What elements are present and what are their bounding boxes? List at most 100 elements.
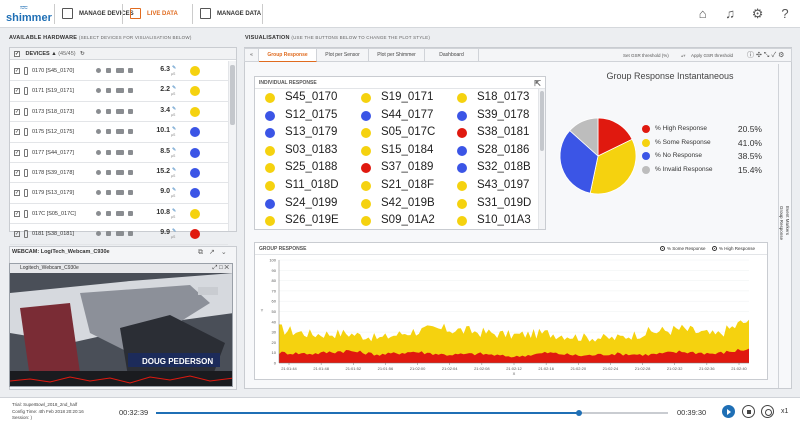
individual-scrollbar[interactable]: [538, 89, 545, 229]
tab-dashboard[interactable]: Dashboard: [425, 49, 479, 62]
pin-icon[interactable]: ✎: [172, 106, 176, 112]
device-checkbox[interactable]: ✓: [14, 190, 20, 197]
radio-some-response[interactable]: % Some Response: [660, 246, 706, 252]
device-checkbox[interactable]: ✓: [14, 210, 20, 217]
signal-icon: [116, 190, 124, 196]
pin-icon[interactable]: ✎: [172, 228, 176, 234]
tab-plot-per-shimmer[interactable]: Plot per Shimmer: [369, 49, 425, 62]
device-checkbox[interactable]: ✓: [14, 129, 20, 136]
device-row[interactable]: ✓ 0170 [S45_0170] 6.3 ✎ µS: [10, 61, 228, 82]
expand-icon[interactable]: ✣: [756, 52, 762, 59]
signal-icon: [116, 210, 124, 216]
pin-icon[interactable]: ✎: [172, 208, 176, 214]
playback-knob[interactable]: [575, 410, 582, 416]
device-row[interactable]: ✓ 0178 [S39_0178] 15.2 ✎ µS: [10, 163, 228, 184]
devices-icon: [62, 7, 73, 19]
radio-button[interactable]: [712, 246, 717, 252]
pin-icon[interactable]: ✓: [771, 52, 776, 59]
scroll-thumb[interactable]: [230, 65, 235, 125]
device-checkbox[interactable]: ✓: [14, 169, 20, 176]
pin-icon[interactable]: ✎: [172, 187, 176, 193]
device-row[interactable]: ✓ 0171 [S19_0171] 2.2 ✎ µS: [10, 81, 228, 102]
device-row[interactable]: ✓ 0179 [S13_0179] 9.0 ✎ µS: [10, 183, 228, 204]
device-row[interactable]: ✓ 0173 [S18_0173] 3.4 ✎ µS: [10, 102, 228, 123]
refresh-icon[interactable]: ↻: [80, 51, 85, 57]
devices-scrollbar[interactable]: [228, 61, 236, 231]
scroll-thumb[interactable]: [540, 91, 544, 151]
settings-icon[interactable]: [96, 68, 101, 73]
sensor-label: S09_01A2: [381, 214, 435, 227]
battery-icon: [106, 129, 111, 135]
playback-bar: Trial: SuperBowl_2018_2nd_half Config Ti…: [0, 397, 800, 424]
play-button[interactable]: [722, 405, 735, 418]
playback-slider[interactable]: [156, 410, 668, 416]
settings-icon[interactable]: [96, 231, 101, 237]
playback-speed[interactable]: x1: [781, 408, 788, 415]
radio-button[interactable]: [660, 246, 665, 252]
set-gsr-threshold[interactable]: Set GSR threshold (%): [623, 49, 669, 62]
response-dot: [265, 198, 275, 209]
pin-icon[interactable]: ✎: [172, 65, 176, 71]
sensor-label: S45_0170: [285, 91, 338, 103]
sensor-label: S05_017C: [381, 126, 436, 139]
settings-icon[interactable]: [96, 88, 101, 94]
individual-cell: S39_0178: [457, 109, 545, 126]
collapse-icon[interactable]: ⤡: [764, 52, 770, 59]
settings-icon[interactable]: [96, 149, 101, 155]
device-row[interactable]: ✓ 0175 [S12_0175] 10.1 ✎ µS: [10, 122, 228, 143]
response-dot: [457, 181, 467, 191]
settings-icon[interactable]: [96, 190, 101, 196]
battery-icon: [106, 231, 111, 237]
help-icon[interactable]: ?: [778, 7, 792, 21]
select-all-checkbox[interactable]: ✓: [14, 50, 20, 57]
response-dot: [265, 181, 275, 191]
collapse-icon[interactable]: ⌄: [221, 249, 227, 256]
info-icon[interactable]: ⓘ: [747, 52, 754, 59]
home-icon[interactable]: ⌂: [696, 7, 710, 21]
nav-manage-data[interactable]: MANAGE DATA: [200, 5, 261, 23]
device-checkbox[interactable]: ✓: [14, 68, 20, 74]
tab-group-response[interactable]: Group Response: [259, 49, 317, 62]
response-dot: [265, 163, 275, 174]
battery-icon: [106, 169, 111, 175]
window-controls[interactable]: ⤢ □ ✕: [213, 264, 229, 273]
settings-icon[interactable]: [96, 210, 101, 216]
external-icon[interactable]: ⧉: [198, 249, 203, 256]
sensor-label: S21_018F: [381, 179, 435, 191]
device-checkbox[interactable]: ✓: [14, 108, 20, 115]
x-tick-label: 21:02:32: [667, 366, 683, 371]
device-checkbox[interactable]: ✓: [14, 149, 20, 156]
pin-icon[interactable]: ✎: [172, 167, 176, 173]
settings-icon[interactable]: [96, 169, 101, 175]
gsr-threshold-spinner[interactable]: ▴▾: [681, 49, 686, 62]
device-row[interactable]: ✓ 0177 [S44_0177] 8.5 ✎ µS: [10, 143, 228, 163]
device-row[interactable]: ✓ 0181 [S38_0181] 9.9 ✎ µS: [10, 224, 228, 245]
individual-cell: S31_019D: [457, 197, 545, 214]
settings-icon[interactable]: [96, 108, 101, 114]
stop-button[interactable]: [742, 405, 755, 418]
settings-icon[interactable]: [96, 129, 101, 135]
response-dot: [457, 198, 467, 209]
gear-icon[interactable]: ⚙: [751, 7, 765, 21]
nav-separator: [54, 4, 55, 24]
tab-plot-per-sensor[interactable]: Plot per Sensor: [317, 49, 369, 62]
loop-button[interactable]: [761, 405, 774, 418]
popout-icon[interactable]: ↗: [209, 249, 215, 256]
settings-icon[interactable]: ⚙: [778, 52, 784, 59]
radio-high-response[interactable]: % High Response: [712, 246, 755, 252]
devices-header[interactable]: ✓ DEVICES ▲ (45/45) ↻: [10, 48, 236, 60]
group-response-tab[interactable]: Group Response: [779, 206, 784, 286]
device-row[interactable]: ✓ 017C [S05_017C] 10.8 ✎ µS: [10, 204, 228, 225]
device-checkbox[interactable]: ✓: [14, 88, 20, 95]
event-markers-tab[interactable]: Event Markers: [785, 206, 790, 286]
pin-icon[interactable]: ✎: [172, 147, 176, 153]
nav-live-data[interactable]: LIVE DATA: [130, 5, 178, 23]
device-checkbox[interactable]: ✓: [14, 231, 20, 238]
shimmer-logo[interactable]: ≈≈ shimmer: [6, 3, 54, 25]
apply-gsr-threshold-button[interactable]: Apply GSR threshold: [691, 49, 733, 62]
pin-icon[interactable]: ✎: [172, 85, 176, 91]
pin-icon[interactable]: ✎: [172, 126, 176, 132]
tabs-back-icon[interactable]: «: [245, 49, 259, 62]
bell-icon[interactable]: ♫: [723, 7, 737, 21]
nav-separator: [262, 4, 263, 24]
